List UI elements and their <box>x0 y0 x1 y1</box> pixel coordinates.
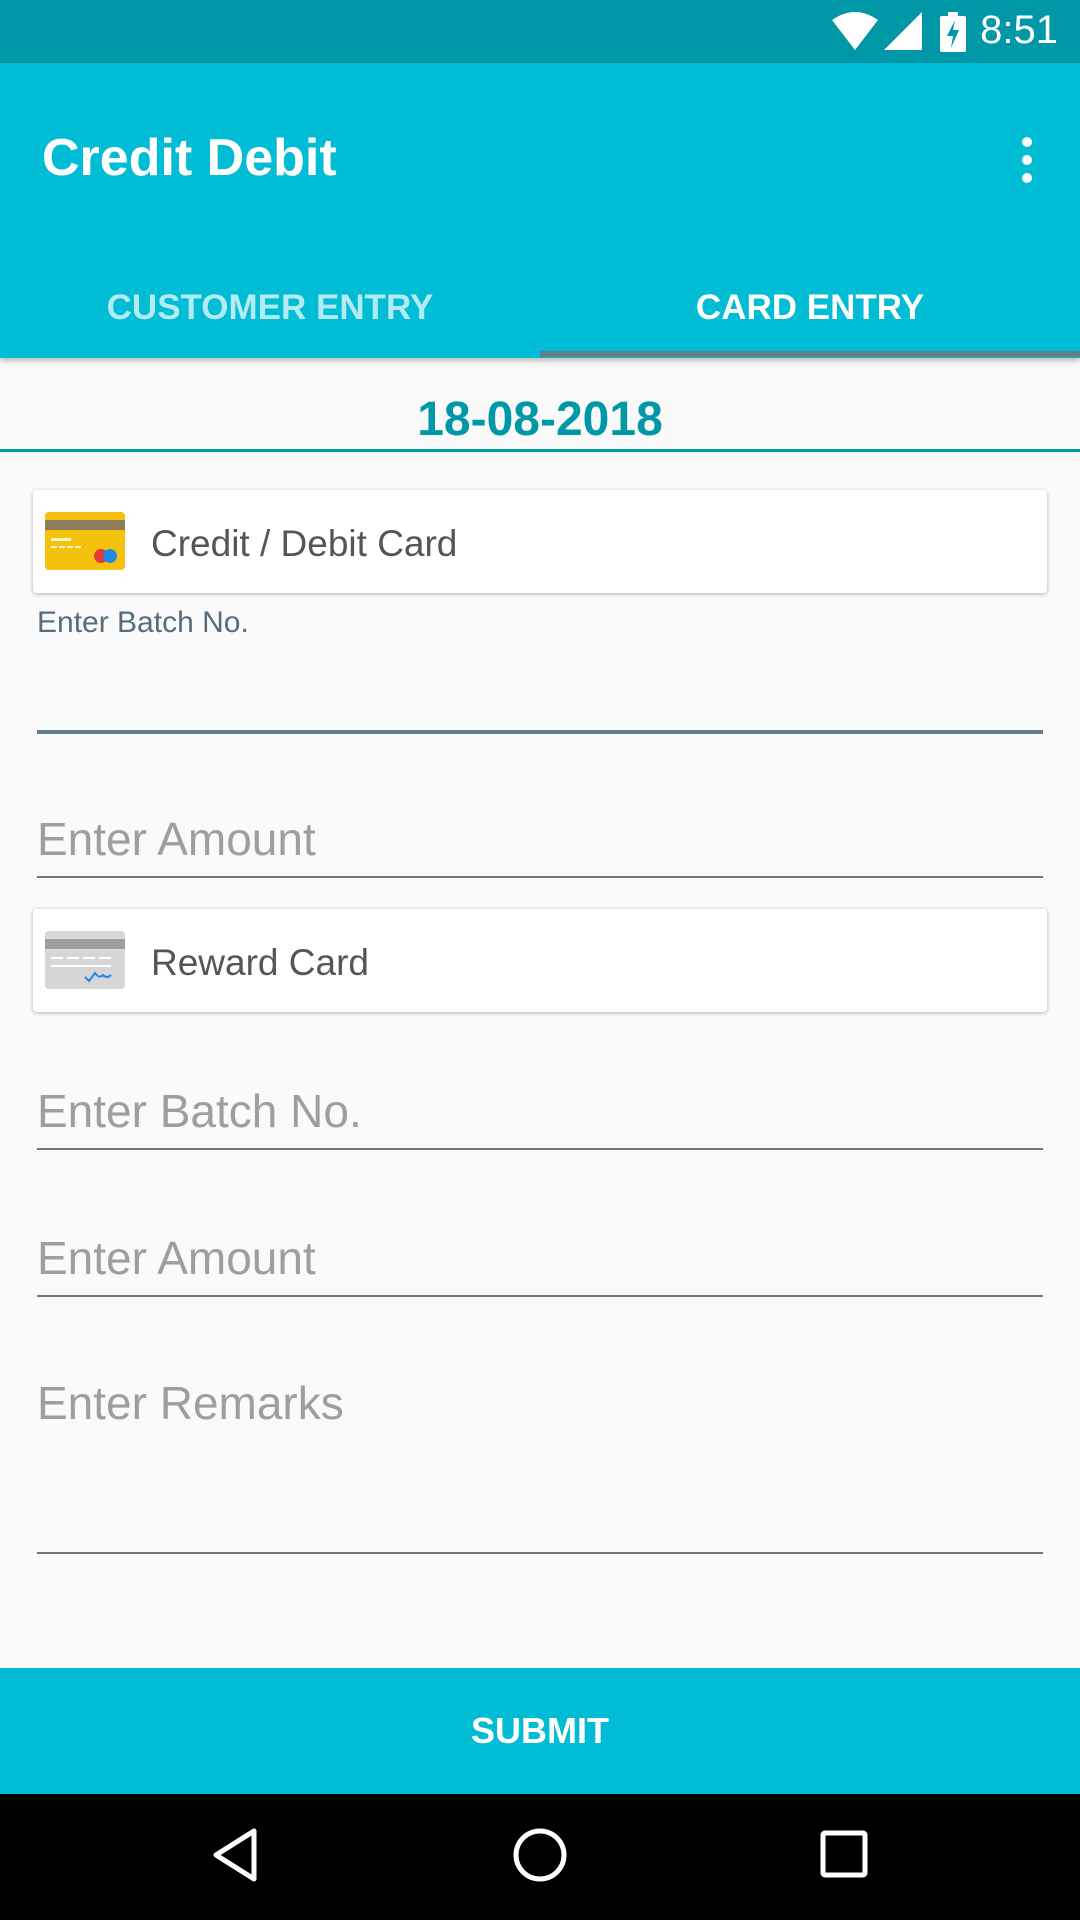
submit-button[interactable]: SUBMIT <box>0 1668 1080 1794</box>
reward-batch-input[interactable]: Enter Batch No. <box>37 1062 1043 1150</box>
reward-card-label: Reward Card <box>151 942 369 983</box>
tab-indicator <box>540 351 1080 357</box>
reward-amount-input[interactable]: Enter Amount <box>37 1209 1043 1297</box>
wifi-icon <box>832 12 878 50</box>
tab-card-entry[interactable]: CARD ENTRY <box>540 270 1080 358</box>
reward-card-icon <box>45 931 125 989</box>
status-time: 8:51 <box>980 8 1058 52</box>
credit-card-icon <box>45 512 125 570</box>
credit-amount-input[interactable]: Enter Amount <box>37 790 1043 878</box>
battery-charging-icon <box>940 12 966 52</box>
credit-amount-placeholder: Enter Amount <box>37 813 316 865</box>
credit-batch-input[interactable] <box>37 640 1043 734</box>
entry-date[interactable]: 18-08-2018 <box>0 392 1080 447</box>
batch-no-label: Enter Batch No. <box>37 606 249 639</box>
more-vert-icon[interactable] <box>1012 137 1042 183</box>
app-title: Credit Debit <box>42 129 337 187</box>
date-divider <box>0 449 1080 452</box>
remarks-placeholder: Enter Remarks <box>37 1377 344 1429</box>
tab-customer-entry[interactable]: CUSTOMER ENTRY <box>0 270 540 358</box>
credit-debit-card-header[interactable]: Credit / Debit Card <box>33 490 1047 593</box>
recents-icon[interactable] <box>818 1827 870 1883</box>
reward-card-header[interactable]: Reward Card <box>33 909 1047 1012</box>
credit-debit-card-label: Credit / Debit Card <box>151 523 458 564</box>
signal-icon <box>884 12 922 50</box>
reward-amount-placeholder: Enter Amount <box>37 1232 316 1284</box>
remarks-input[interactable]: Enter Remarks <box>37 1354 1043 1554</box>
status-bar: 8:51 <box>0 0 1080 63</box>
back-icon[interactable] <box>210 1827 260 1883</box>
reward-batch-placeholder: Enter Batch No. <box>37 1085 362 1137</box>
home-icon[interactable] <box>512 1827 568 1883</box>
app-bar: Credit Debit CUSTOMER ENTRY CARD ENTRY <box>0 63 1080 358</box>
system-nav-bar <box>0 1794 1080 1920</box>
